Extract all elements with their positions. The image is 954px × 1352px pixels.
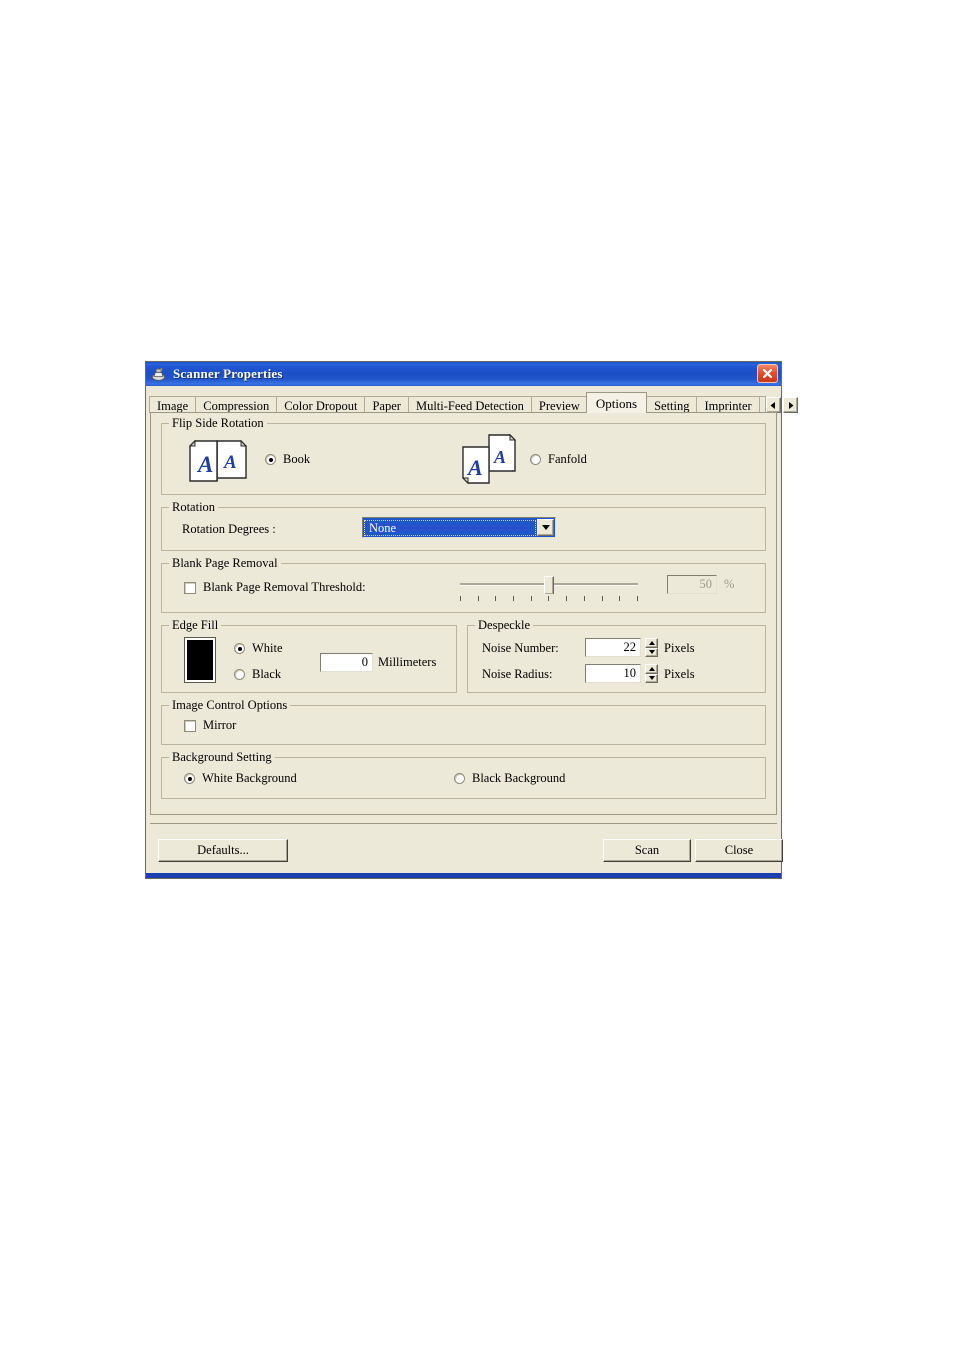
tab-preview[interactable]: Preview <box>530 396 588 413</box>
group-image-control-options: Image Control Options Mirror <box>161 698 766 745</box>
noise-number-unit: Pixels <box>664 641 695 655</box>
footer-divider <box>150 823 777 824</box>
scanner-icon <box>151 367 167 382</box>
edge-fill-color-swatch[interactable] <box>184 637 216 683</box>
svg-text:A: A <box>466 455 483 480</box>
radio-label-book: Book <box>283 452 311 466</box>
radio-label-edge-fill-black: Black <box>252 667 282 681</box>
book-pages-icon: A A <box>187 438 249 489</box>
checkbox-mirror[interactable] <box>184 719 196 732</box>
group-despeckle: Despeckle Noise Number: 22 Pixels Noise … <box>467 618 766 693</box>
radio-label-edge-fill-white: White <box>252 641 283 655</box>
noise-radius-unit: Pixels <box>664 667 695 681</box>
group-legend-despeckle: Despeckle <box>475 618 534 633</box>
stepper-up-icon[interactable] <box>645 664 658 674</box>
close-button[interactable]: Close <box>695 839 783 862</box>
radio-row-book[interactable]: Book <box>265 452 310 467</box>
blank-page-removal-threshold-slider[interactable] <box>460 574 638 604</box>
window-title: Scanner Properties <box>173 366 283 381</box>
checkbox-label-blank-page-removal-threshold: Blank Page Removal Threshold: <box>203 580 366 594</box>
scanner-properties-dialog: Scanner Properties Image Compression Col… <box>145 361 798 879</box>
scan-button[interactable]: Scan <box>603 839 691 862</box>
stepper-down-icon[interactable] <box>645 673 658 683</box>
edge-fill-amount-input[interactable]: 0 <box>320 653 373 672</box>
noise-radius-label: Noise Radius: <box>482 667 553 681</box>
tab-scroll-buttons <box>765 397 800 413</box>
fanfold-pages-icon: A A <box>459 433 521 494</box>
noise-radius-stepper[interactable] <box>645 664 658 683</box>
blank-page-removal-threshold-unit: % <box>724 577 735 591</box>
tab-multi-feed-detection[interactable]: Multi-Feed Detection <box>407 396 532 413</box>
close-icon[interactable] <box>757 364 778 383</box>
checkbox-row-blank-page-removal-threshold[interactable]: Blank Page Removal Threshold: <box>184 580 366 595</box>
radio-row-white-background[interactable]: White Background <box>184 771 297 786</box>
radio-row-edge-fill-white[interactable]: White <box>234 641 283 656</box>
window-bottom-accent <box>146 873 781 878</box>
checkbox-blank-page-removal-threshold[interactable] <box>184 581 196 594</box>
group-legend-blank-page-removal: Blank Page Removal <box>169 556 281 571</box>
group-legend-image-control-options: Image Control Options <box>169 698 291 713</box>
svg-text:A: A <box>493 447 506 467</box>
svg-text:A: A <box>223 452 237 473</box>
scroll-right-icon[interactable] <box>782 397 798 413</box>
noise-number-input[interactable]: 22 <box>585 638 641 657</box>
tab-imprinter[interactable]: Imprinter <box>696 396 760 413</box>
group-legend-flip-side-rotation: Flip Side Rotation <box>169 416 267 431</box>
slider-thumb[interactable] <box>544 576 554 600</box>
radio-book[interactable] <box>265 454 276 465</box>
chevron-down-icon[interactable] <box>537 519 554 536</box>
radio-fanfold[interactable] <box>530 454 541 465</box>
tab-information[interactable]: Ir <box>758 396 766 413</box>
noise-number-label: Noise Number: <box>482 641 559 655</box>
radio-edge-fill-black[interactable] <box>234 669 245 680</box>
rotation-degrees-label: Rotation Degrees : <box>182 522 276 536</box>
radio-label-white-background: White Background <box>202 771 297 785</box>
defaults-button[interactable]: Defaults... <box>158 839 288 862</box>
group-rotation: Rotation Rotation Degrees : None <box>161 500 766 551</box>
radio-label-fanfold: Fanfold <box>548 452 587 466</box>
options-tab-panel: Flip Side Rotation A A Book A A Fanfold … <box>150 412 777 815</box>
group-background-setting: Background Setting White Background Blac… <box>161 750 766 799</box>
tab-image[interactable]: Image <box>149 396 197 413</box>
tab-setting[interactable]: Setting <box>646 396 698 413</box>
group-edge-fill: Edge Fill White Black 0 Millimeters <box>161 618 457 693</box>
radio-row-edge-fill-black[interactable]: Black <box>234 667 281 682</box>
title-bar[interactable]: Scanner Properties <box>146 362 781 386</box>
svg-text:A: A <box>196 452 213 477</box>
group-legend-rotation: Rotation <box>169 500 219 515</box>
edge-fill-unit-label: Millimeters <box>378 655 437 669</box>
radio-row-black-background[interactable]: Black Background <box>454 771 565 786</box>
radio-edge-fill-white[interactable] <box>234 643 245 654</box>
group-flip-side-rotation: Flip Side Rotation A A Book A A Fanfold <box>161 416 766 495</box>
stepper-up-icon[interactable] <box>645 638 658 648</box>
stepper-down-icon[interactable] <box>645 647 658 657</box>
group-blank-page-removal: Blank Page Removal Blank Page Removal Th… <box>161 556 766 613</box>
radio-white-background[interactable] <box>184 773 195 784</box>
slider-ticks <box>460 596 638 601</box>
radio-row-fanfold[interactable]: Fanfold <box>530 452 587 467</box>
tab-paper[interactable]: Paper <box>364 396 409 413</box>
tab-color-dropout[interactable]: Color Dropout <box>276 396 366 413</box>
group-legend-background-setting: Background Setting <box>169 750 275 765</box>
tab-strip: Image Compression Color Dropout Paper Mu… <box>149 391 798 413</box>
checkbox-row-mirror[interactable]: Mirror <box>184 718 236 733</box>
rotation-degrees-value: None <box>364 519 536 536</box>
tab-compression[interactable]: Compression <box>195 396 278 413</box>
checkbox-label-mirror: Mirror <box>203 718 237 732</box>
rotation-degrees-combobox[interactable]: None <box>362 517 556 538</box>
tab-options[interactable]: Options <box>585 392 648 413</box>
group-legend-edge-fill: Edge Fill <box>169 618 222 633</box>
radio-label-black-background: Black Background <box>472 771 566 785</box>
noise-radius-input[interactable]: 10 <box>585 664 641 683</box>
scroll-left-icon[interactable] <box>765 397 781 413</box>
radio-black-background[interactable] <box>454 773 465 784</box>
blank-page-removal-threshold-value[interactable]: 50 <box>667 575 717 594</box>
noise-number-stepper[interactable] <box>645 638 658 657</box>
